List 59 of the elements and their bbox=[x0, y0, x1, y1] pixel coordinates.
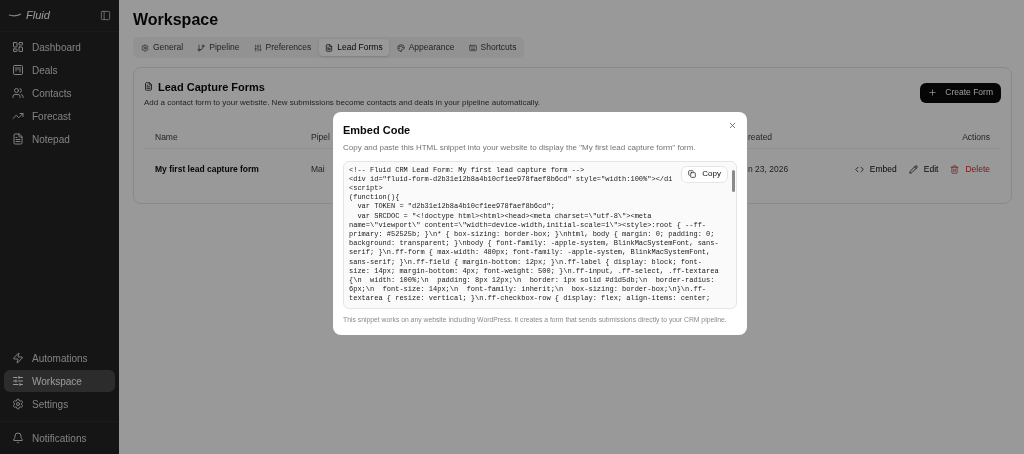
sidebar-item[interactable]: Forecast bbox=[4, 105, 115, 127]
sliders-icon bbox=[12, 375, 24, 387]
dashboard-icon bbox=[12, 41, 24, 53]
dialog-description: Copy and paste this HTML snippet into your website to display the "My first lead capture form" form. bbox=[343, 141, 697, 153]
keyboard-icon bbox=[468, 43, 477, 52]
branch-icon bbox=[197, 43, 206, 52]
kanban-icon bbox=[12, 64, 24, 76]
sidebar-item[interactable]: Contacts bbox=[4, 82, 115, 104]
palette-icon bbox=[396, 43, 405, 52]
sidebar-item[interactable]: Dashboard bbox=[4, 36, 115, 58]
pencil-icon bbox=[908, 164, 918, 174]
card-description: Add a contact form to your website. New submissions become contacts and deals in your pipeline automatically. bbox=[144, 97, 541, 109]
users-icon bbox=[12, 87, 24, 99]
tab[interactable]: General bbox=[135, 39, 190, 56]
sidebar-item[interactable]: Workspace bbox=[4, 370, 115, 392]
collapse-sidebar-icon[interactable] bbox=[100, 10, 111, 21]
bell-icon bbox=[12, 432, 24, 444]
scrollbar-thumb[interactable] bbox=[732, 169, 735, 192]
created-cell: n 23, 2026 bbox=[748, 162, 789, 176]
close-icon bbox=[728, 121, 737, 130]
column-header: Actions bbox=[962, 131, 990, 144]
settings-icon bbox=[12, 398, 24, 410]
trash-icon bbox=[950, 164, 960, 174]
column-header: Pipel bbox=[311, 131, 330, 144]
document-icon bbox=[12, 133, 24, 145]
settings-icon bbox=[141, 43, 149, 52]
lightning-icon bbox=[12, 352, 24, 364]
edit-action-button[interactable]: Edit bbox=[908, 162, 939, 176]
sidebar-item[interactable]: Automations bbox=[4, 347, 115, 369]
document-icon bbox=[144, 82, 153, 92]
code-icon bbox=[854, 164, 864, 174]
swoosh-logo-icon bbox=[8, 13, 22, 18]
tab[interactable]: Lead Forms bbox=[319, 39, 389, 56]
column-header: Name bbox=[155, 131, 178, 144]
app-logo: Fluid bbox=[26, 8, 50, 24]
tab[interactable]: Pipeline bbox=[191, 39, 246, 56]
sidebar-item[interactable]: Notepad bbox=[4, 128, 115, 150]
copy-icon bbox=[688, 170, 697, 178]
notifications-item[interactable]: Notifications bbox=[0, 428, 119, 448]
pipeline-cell: Mai bbox=[311, 162, 325, 176]
sidebar-item[interactable]: Settings bbox=[4, 393, 115, 415]
column-header: reated bbox=[748, 131, 773, 144]
page-title: Workspace bbox=[133, 11, 220, 29]
dialog-title: Embed Code bbox=[343, 123, 411, 138]
document-icon bbox=[325, 43, 334, 52]
tab[interactable]: Preferences bbox=[247, 39, 318, 56]
plus-icon bbox=[928, 88, 938, 97]
create-form-button[interactable]: Create Form bbox=[920, 82, 1001, 103]
trend-icon bbox=[12, 110, 24, 122]
card-title: Lead Capture Forms bbox=[158, 79, 265, 95]
embed-action-button[interactable]: Embed bbox=[854, 162, 897, 176]
delete-action-button[interactable]: Delete bbox=[950, 162, 990, 176]
sliders-icon bbox=[253, 43, 262, 52]
tab[interactable]: Shortcuts bbox=[462, 39, 523, 56]
tab[interactable]: Appearance bbox=[390, 39, 461, 56]
close-button[interactable] bbox=[728, 121, 737, 130]
copy-button[interactable]: Copy bbox=[681, 165, 728, 183]
form-name-cell: My first lead capture form bbox=[155, 162, 259, 176]
sidebar-item[interactable]: Deals bbox=[4, 59, 115, 81]
